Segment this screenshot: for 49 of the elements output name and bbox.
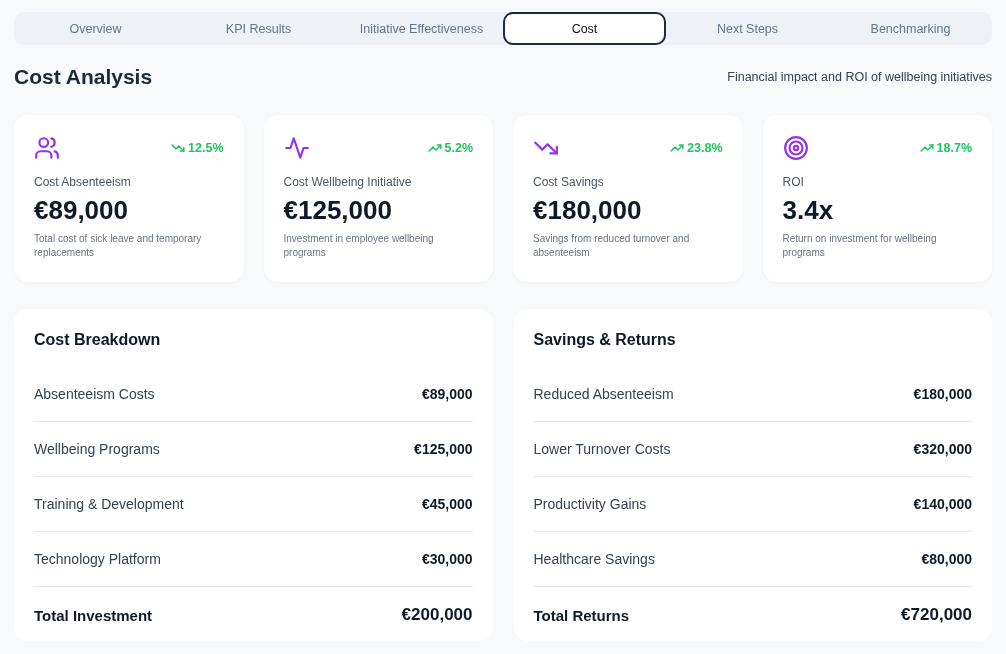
item-label: Healthcare Savings <box>533 551 655 567</box>
item-amount: €80,000 <box>921 551 972 567</box>
metric-label: Cost Absenteeism <box>34 175 132 189</box>
panel-title: Savings & Returns <box>533 331 677 349</box>
item-label: Lower Turnover Costs <box>533 441 671 457</box>
target-icon <box>782 135 809 161</box>
metric-value: €180,000 <box>533 195 643 226</box>
item-amount: €125,000 <box>414 441 473 457</box>
metric-description: Return on investment for wellbeing programs <box>782 232 938 259</box>
item-amount: €140,000 <box>913 496 972 512</box>
metric-value: €125,000 <box>283 195 393 226</box>
change-percent: 23.8% <box>687 141 723 155</box>
tab[interactable]: Initiative Effectiveness <box>340 12 503 45</box>
metric-label: Cost Wellbeing Initiative <box>283 175 413 189</box>
metric-description: Investment in employee wellbeing programs <box>283 232 435 259</box>
item-label: Wellbeing Programs <box>34 441 160 457</box>
item-label: Reduced Absenteeism <box>533 386 674 402</box>
tab[interactable]: Overview <box>14 12 177 45</box>
tab[interactable]: Next Steps <box>666 12 829 45</box>
total-amount: €200,000 <box>401 605 473 625</box>
total-label: Total Returns <box>533 606 630 624</box>
item-amount: €45,000 <box>421 496 473 512</box>
pulse-icon <box>283 135 310 161</box>
metric-description: Savings from reduced turnover and absenteeism <box>533 232 691 259</box>
item-amount: €180,000 <box>913 386 972 402</box>
item-label: Technology Platform <box>34 551 161 567</box>
item-label: Productivity Gains <box>533 496 647 512</box>
metric-label: Cost Savings <box>533 175 605 189</box>
item-amount: €89,000 <box>421 386 473 402</box>
page-title: Cost Analysis <box>14 65 153 89</box>
change-percent: 12.5% <box>188 141 224 155</box>
tab[interactable]: KPI Results <box>177 12 340 45</box>
total-amount: €720,000 <box>901 605 972 625</box>
item-label: Training & Development <box>34 496 184 512</box>
metric-label: ROI <box>782 175 805 189</box>
panel-title: Cost Breakdown <box>34 331 162 349</box>
tab[interactable]: Cost <box>503 12 666 45</box>
tab[interactable]: Benchmarking <box>829 12 992 45</box>
total-label: Total Investment <box>34 606 153 624</box>
metric-value: €89,000 <box>34 195 129 226</box>
item-amount: €30,000 <box>421 551 473 567</box>
item-label: Absenteeism Costs <box>34 386 155 402</box>
change-percent: 18.7% <box>936 141 972 155</box>
change-percent: 5.2% <box>444 141 473 155</box>
metric-value: 3.4x <box>782 195 835 226</box>
page-subtitle: Financial impact and ROI of wellbeing initiatives <box>727 70 992 84</box>
people-icon <box>34 135 60 161</box>
item-amount: €320,000 <box>913 441 972 457</box>
metric-description: Total cost of sick leave and temporary replacements <box>34 232 203 259</box>
